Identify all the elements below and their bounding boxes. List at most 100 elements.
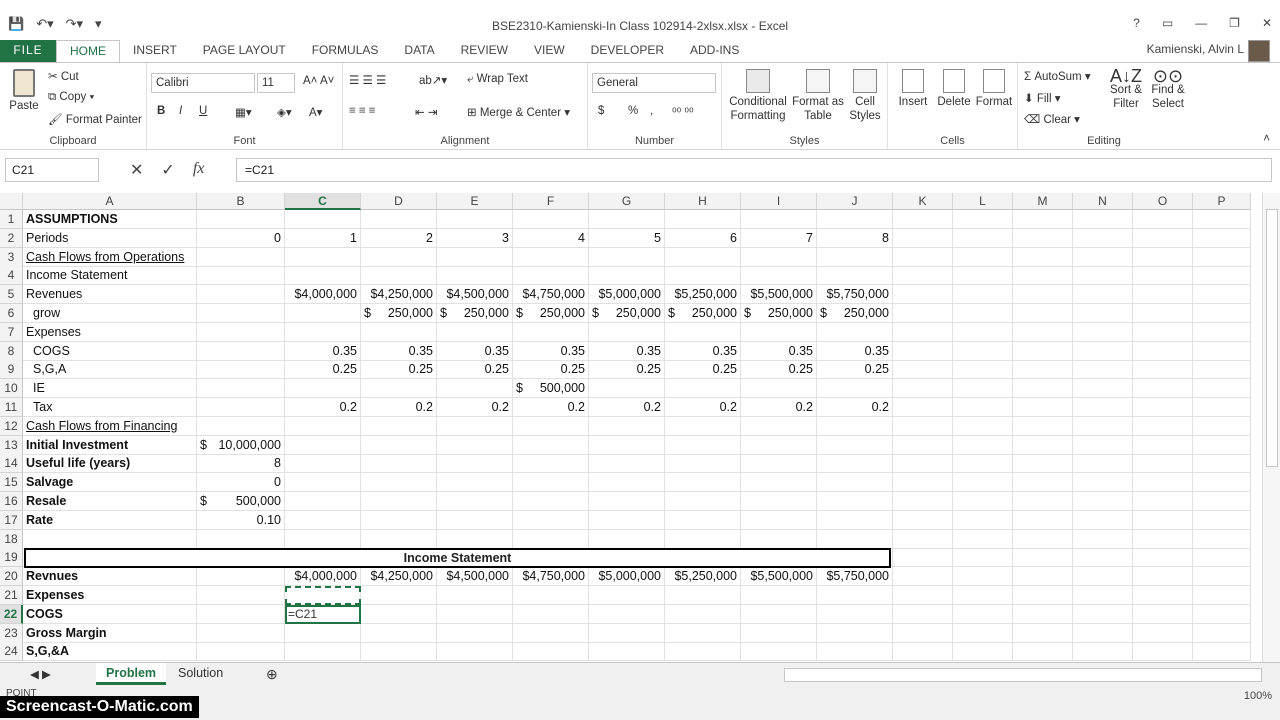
- cell-o1[interactable]: [1133, 210, 1193, 229]
- cell-c8[interactable]: 0.35: [285, 341, 361, 361]
- grow-font-icon[interactable]: A˄ A˅: [303, 75, 334, 87]
- cell-c20[interactable]: $4,000,000: [285, 567, 361, 587]
- cell-m5[interactable]: [1013, 285, 1073, 305]
- cell-c13[interactable]: [285, 435, 361, 455]
- cell-p9[interactable]: [1193, 360, 1251, 380]
- vertical-align-icons[interactable]: ☰ ☰ ☰: [349, 73, 386, 87]
- cell-m3[interactable]: [1013, 247, 1073, 267]
- row-header-24[interactable]: 24: [0, 642, 23, 662]
- cell-e5[interactable]: $4,500,000: [437, 285, 513, 305]
- cell-e13[interactable]: [437, 435, 513, 455]
- cell-p8[interactable]: [1193, 341, 1251, 361]
- row-header-7[interactable]: 7: [0, 322, 23, 342]
- cell-p12[interactable]: [1193, 416, 1251, 436]
- cell-k2[interactable]: [893, 228, 953, 248]
- cell-j23[interactable]: [817, 623, 893, 643]
- cell-a15[interactable]: Salvage: [23, 473, 197, 493]
- cell-j12[interactable]: [817, 416, 893, 436]
- cell-d22[interactable]: [361, 604, 437, 624]
- cell-g23[interactable]: [589, 623, 665, 643]
- format-painter-button[interactable]: 🖌 Format Painter: [48, 112, 142, 126]
- cell-j9[interactable]: 0.25: [817, 360, 893, 380]
- cell-l15[interactable]: [953, 473, 1013, 493]
- cell-l6[interactable]: [953, 304, 1013, 323]
- cell-j16[interactable]: [817, 492, 893, 511]
- cell-m1[interactable]: [1013, 210, 1073, 229]
- cell-n1[interactable]: [1073, 210, 1133, 229]
- cell-o18[interactable]: [1133, 529, 1193, 549]
- find-select-button[interactable]: ⊙⊙ Find & Select: [1148, 67, 1188, 111]
- cell-i1[interactable]: [741, 210, 817, 229]
- cell-k22[interactable]: [893, 604, 953, 624]
- cell-f18[interactable]: [513, 529, 589, 549]
- cell-a12[interactable]: Cash Flows from Financing: [23, 416, 197, 436]
- cell-k9[interactable]: [893, 360, 953, 380]
- cell-k6[interactable]: [893, 304, 953, 323]
- column-header-h[interactable]: H: [665, 193, 741, 210]
- cell-l12[interactable]: [953, 416, 1013, 436]
- cell-i20[interactable]: $5,500,000: [741, 567, 817, 587]
- italic-button[interactable]: I: [179, 105, 182, 117]
- format-cells-button[interactable]: Format: [974, 69, 1014, 109]
- column-header-k[interactable]: K: [893, 193, 953, 210]
- cell-g1[interactable]: [589, 210, 665, 229]
- cell-n17[interactable]: [1073, 510, 1133, 530]
- cell-e12[interactable]: [437, 416, 513, 436]
- cell-h15[interactable]: [665, 473, 741, 493]
- tab-insert[interactable]: INSERT: [120, 40, 190, 62]
- cell-g17[interactable]: [589, 510, 665, 530]
- cell-k13[interactable]: [893, 435, 953, 455]
- user-name[interactable]: Kamienski, Alvin L: [1147, 42, 1244, 56]
- cell-c12[interactable]: [285, 416, 361, 436]
- cell-n14[interactable]: [1073, 454, 1133, 474]
- cell-l2[interactable]: [953, 228, 1013, 248]
- cell-g4[interactable]: [589, 266, 665, 286]
- row-header-18[interactable]: 18: [0, 529, 23, 549]
- cell-k8[interactable]: [893, 341, 953, 361]
- cell-c7[interactable]: [285, 322, 361, 342]
- cell-g24[interactable]: [589, 642, 665, 662]
- cell-a8[interactable]: COGS: [23, 341, 197, 361]
- cell-c23[interactable]: [285, 623, 361, 643]
- cell-l18[interactable]: [953, 529, 1013, 549]
- cell-m24[interactable]: [1013, 642, 1073, 662]
- cell-l3[interactable]: [953, 247, 1013, 267]
- cell-a11[interactable]: Tax: [23, 398, 197, 417]
- cell-o15[interactable]: [1133, 473, 1193, 493]
- cell-g6[interactable]: $250,000: [589, 304, 665, 323]
- cell-e17[interactable]: [437, 510, 513, 530]
- cell-i11[interactable]: 0.2: [741, 398, 817, 417]
- cell-l17[interactable]: [953, 510, 1013, 530]
- cell-g2[interactable]: 5: [589, 228, 665, 248]
- cell-i16[interactable]: [741, 492, 817, 511]
- cell-c2[interactable]: 1: [285, 228, 361, 248]
- cell-h1[interactable]: [665, 210, 741, 229]
- cell-b7[interactable]: [197, 322, 285, 342]
- cell-k21[interactable]: [893, 586, 953, 605]
- cell-e8[interactable]: 0.35: [437, 341, 513, 361]
- cell-j11[interactable]: 0.2: [817, 398, 893, 417]
- cell-a18[interactable]: [23, 529, 197, 549]
- cell-b10[interactable]: [197, 379, 285, 399]
- tab-add-ins[interactable]: ADD-INS: [677, 40, 752, 62]
- cell-m14[interactable]: [1013, 454, 1073, 474]
- tab-view[interactable]: VIEW: [521, 40, 578, 62]
- cell-a6[interactable]: grow: [23, 304, 197, 323]
- cell-e11[interactable]: 0.2: [437, 398, 513, 417]
- wrap-text-button[interactable]: ⤶ Wrap Text: [467, 73, 528, 86]
- vertical-scroll-thumb[interactable]: [1266, 209, 1278, 467]
- cell-h21[interactable]: [665, 586, 741, 605]
- cell-n20[interactable]: [1073, 567, 1133, 587]
- ribbon-display-button[interactable]: ▭: [1162, 16, 1173, 30]
- cell-e9[interactable]: 0.25: [437, 360, 513, 380]
- cell-p7[interactable]: [1193, 322, 1251, 342]
- sort-filter-button[interactable]: A↓Z Sort & Filter: [1106, 67, 1146, 111]
- name-box[interactable]: C21: [5, 158, 99, 182]
- row-header-21[interactable]: 21: [0, 586, 23, 605]
- income-statement-banner[interactable]: Income Statement: [24, 548, 891, 569]
- cell-m2[interactable]: [1013, 228, 1073, 248]
- cell-a3[interactable]: Cash Flows from Operations: [23, 247, 197, 267]
- clear-button[interactable]: ⌫ Clear ▾: [1024, 112, 1080, 126]
- cell-o21[interactable]: [1133, 586, 1193, 605]
- cell-d13[interactable]: [361, 435, 437, 455]
